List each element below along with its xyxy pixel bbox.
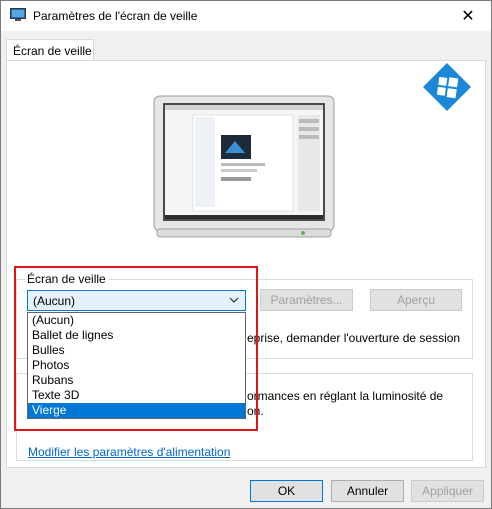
ok-button[interactable]: OK [250, 480, 323, 502]
dropdown-option[interactable]: Bulles [28, 343, 245, 358]
screensaver-select[interactable]: (Aucun) [27, 290, 246, 311]
windows-logo-icon [423, 63, 471, 111]
power-text-line1: ormances en réglant la luminosité de [247, 389, 444, 403]
title-bar: Paramètres de l'écran de veille ✕ [1, 1, 491, 31]
screensaver-selected-value: (Aucun) [33, 294, 76, 308]
dropdown-option[interactable]: Photos [28, 358, 245, 373]
close-icon: ✕ [461, 8, 475, 25]
window-title: Paramètres de l'écran de veille [33, 9, 198, 23]
dialog-window: Paramètres de l'écran de veille ✕ Écran … [0, 0, 492, 509]
settings-button[interactable]: Paramètres... [260, 289, 353, 311]
chevron-down-icon [229, 297, 239, 303]
dropdown-option[interactable]: (Aucun) [28, 313, 245, 328]
dropdown-option-highlighted[interactable]: Vierge [28, 403, 245, 418]
dropdown-option[interactable]: Texte 3D [28, 388, 245, 403]
screensaver-group-label: Écran de veille [25, 272, 108, 286]
dropdown-option[interactable]: Ballet de lignes [28, 328, 245, 343]
dropdown-option[interactable]: Rubans [28, 373, 245, 388]
power-settings-link[interactable]: Modifier les paramètres d'alimentation [28, 445, 230, 459]
cancel-button[interactable]: Annuler [331, 480, 404, 502]
close-button[interactable]: ✕ [445, 1, 491, 31]
apply-button[interactable]: Appliquer [411, 480, 484, 502]
preview-button[interactable]: Aperçu [370, 289, 462, 311]
screensaver-dropdown-list: (Aucun) Ballet de lignes Bulles Photos R… [27, 312, 246, 419]
power-text-line2: on. [247, 404, 264, 418]
app-screen-icon [10, 8, 26, 21]
monitor-icon [153, 95, 335, 238]
tab-screensaver[interactable]: Écran de veille [6, 39, 94, 61]
resume-logon-label: eprise, demander l'ouverture de session [247, 331, 461, 345]
